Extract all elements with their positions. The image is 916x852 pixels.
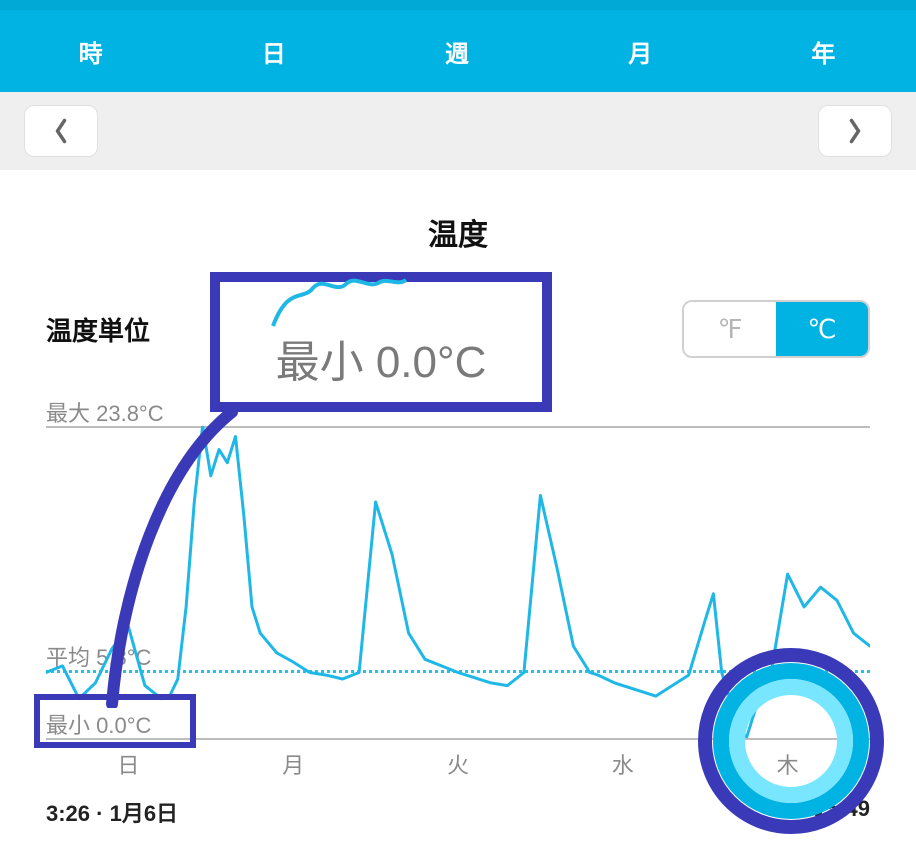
tab-hour[interactable]: 時 [0, 34, 183, 69]
chevron-left-icon [52, 117, 70, 145]
x-ticks: 日 月 火 水 木 [46, 748, 870, 780]
x-tick: 火 [376, 748, 541, 780]
next-button[interactable] [818, 105, 892, 157]
unit-celsius[interactable]: ℃ [776, 302, 868, 356]
unit-toggle: ℉ ℃ [682, 300, 870, 358]
time-start: 3:26 · 1月6日 [46, 796, 178, 828]
period-tabs: 時 日 週 月 年 [0, 10, 916, 92]
callout-squiggle-icon [268, 276, 408, 328]
x-tick: 月 [211, 748, 376, 780]
axis-max-label: 最大 23.8°C [46, 396, 164, 428]
callout-zoom-box: 最小 0.0°C [210, 272, 552, 412]
unit-fahrenheit[interactable]: ℉ [684, 302, 776, 356]
time-end: 15:49 [814, 796, 870, 828]
axis-min-line [46, 738, 870, 740]
unit-label: 温度単位 [46, 311, 150, 348]
chevron-right-icon [846, 117, 864, 145]
callout-text: 最小 0.0°C [276, 326, 487, 402]
time-range: 3:26 · 1月6日 15:49 [46, 796, 870, 828]
header-strip [0, 0, 916, 10]
tab-day[interactable]: 日 [183, 34, 366, 69]
x-tick: 水 [540, 748, 705, 780]
line-chart [46, 426, 870, 738]
chart-area: 最大 23.8°C 平均 5.8°C 最小 0.0°C 日 月 火 水 木 [46, 402, 870, 792]
x-tick: 日 [46, 748, 211, 780]
date-nav [0, 92, 916, 170]
x-tick: 木 [705, 748, 870, 780]
tab-month[interactable]: 月 [550, 34, 733, 69]
prev-button[interactable] [24, 105, 98, 157]
chart-title: 温度 [46, 210, 870, 254]
tab-year[interactable]: 年 [733, 34, 916, 69]
tab-week[interactable]: 週 [366, 34, 549, 69]
